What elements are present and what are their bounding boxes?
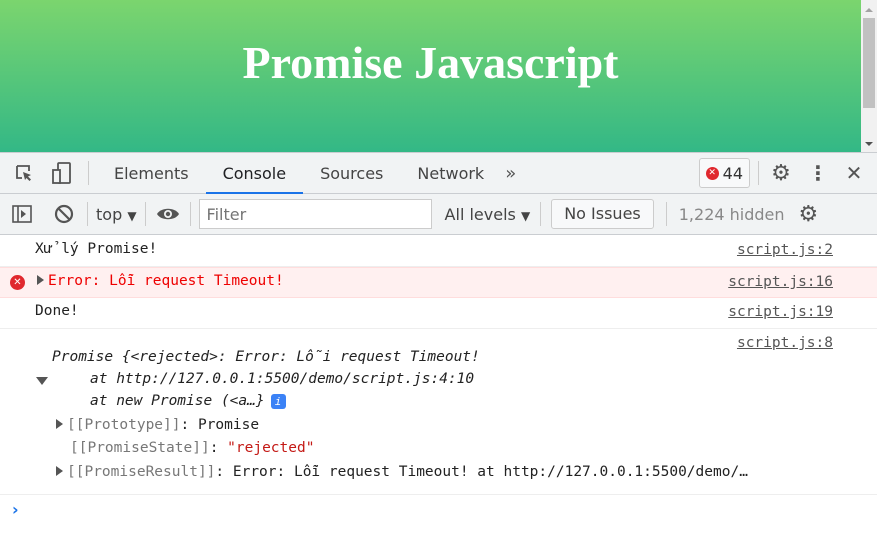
tab-console[interactable]: Console <box>205 153 304 194</box>
hidden-count: 1,224 hidden <box>678 204 785 224</box>
scroll-down-icon[interactable] <box>865 142 873 146</box>
console-toolbar: top ▼ All levels ▼ No Issues 1,224 hidde… <box>0 194 877 235</box>
divider <box>758 161 759 185</box>
promise-result-property[interactable]: [[PromiseResult]]: Error: Lỗi request Ti… <box>56 464 748 480</box>
clear-console-icon[interactable] <box>53 204 75 224</box>
page-title: Promise Javascript <box>242 37 619 88</box>
dropdown-arrow-icon: ▼ <box>127 208 137 223</box>
divider <box>144 202 146 226</box>
tab-network[interactable]: Network <box>400 153 501 194</box>
promise-object-entry: script.js:8 Promise {<rejected>: Error: … <box>0 329 877 495</box>
source-link[interactable]: script.js:2 <box>737 242 833 258</box>
scroll-up-icon[interactable] <box>865 8 873 12</box>
console-error-message: ✕ Error: Lỗi request Timeout! script.js:16 <box>0 267 877 298</box>
tab-sources[interactable]: Sources <box>303 153 400 194</box>
source-link[interactable]: script.js:8 <box>737 335 833 351</box>
settings-gear-icon[interactable]: ⚙ <box>767 161 795 186</box>
close-devtools-icon[interactable]: ✕ <box>839 161 869 185</box>
info-icon[interactable]: i <box>270 394 286 409</box>
log-levels-dropdown[interactable]: All levels ▼ <box>445 205 531 224</box>
promise-state-property: [[PromiseState]]: "rejected" <box>70 440 315 456</box>
console-prompt-icon[interactable]: › <box>12 500 19 519</box>
prototype-property[interactable]: [[Prototype]]: Promise <box>56 417 259 433</box>
scrollbar-thumb[interactable] <box>863 18 875 108</box>
console-settings-gear-icon[interactable]: ⚙ <box>799 202 819 227</box>
console-output: Xử lý Promise! script.js:2 ✕ Error: Lỗi re… <box>0 236 877 495</box>
error-count-badge[interactable]: ✕ 44 <box>698 158 750 188</box>
console-message: Xử lý Promise! script.js:2 <box>0 236 877 267</box>
filter-input[interactable] <box>198 199 432 229</box>
sidebar-toggle-icon[interactable] <box>11 205 33 223</box>
source-link[interactable]: script.js:19 <box>728 304 833 320</box>
devtools-tabbar: Elements Console Sources Network » ✕ 44 ⚙… <box>0 152 877 194</box>
issues-button[interactable]: No Issues <box>551 199 654 229</box>
divider <box>540 202 542 226</box>
divider <box>88 161 89 185</box>
more-options-icon[interactable]: ⋮ <box>803 161 833 185</box>
page-header: Promise Javascript <box>0 0 861 152</box>
live-expression-eye-icon[interactable] <box>154 206 182 222</box>
more-tabs-icon[interactable]: » <box>505 163 516 184</box>
expand-arrow-icon[interactable] <box>35 273 48 289</box>
inspect-element-icon[interactable] <box>12 163 36 183</box>
divider <box>665 202 667 226</box>
source-link[interactable]: script.js:16 <box>728 274 833 290</box>
divider <box>189 202 191 226</box>
device-toolbar-icon[interactable] <box>50 162 74 184</box>
page-scrollbar[interactable] <box>861 0 877 152</box>
divider <box>87 202 88 226</box>
collapse-arrow-icon[interactable] <box>36 377 48 385</box>
tab-elements[interactable]: Elements <box>97 153 206 194</box>
dropdown-arrow-icon: ▼ <box>520 208 531 223</box>
console-message: Done! script.js:19 <box>0 298 877 329</box>
error-icon: ✕ <box>10 275 25 290</box>
error-icon: ✕ <box>705 166 719 180</box>
context-selector[interactable]: top ▼ <box>96 205 137 224</box>
